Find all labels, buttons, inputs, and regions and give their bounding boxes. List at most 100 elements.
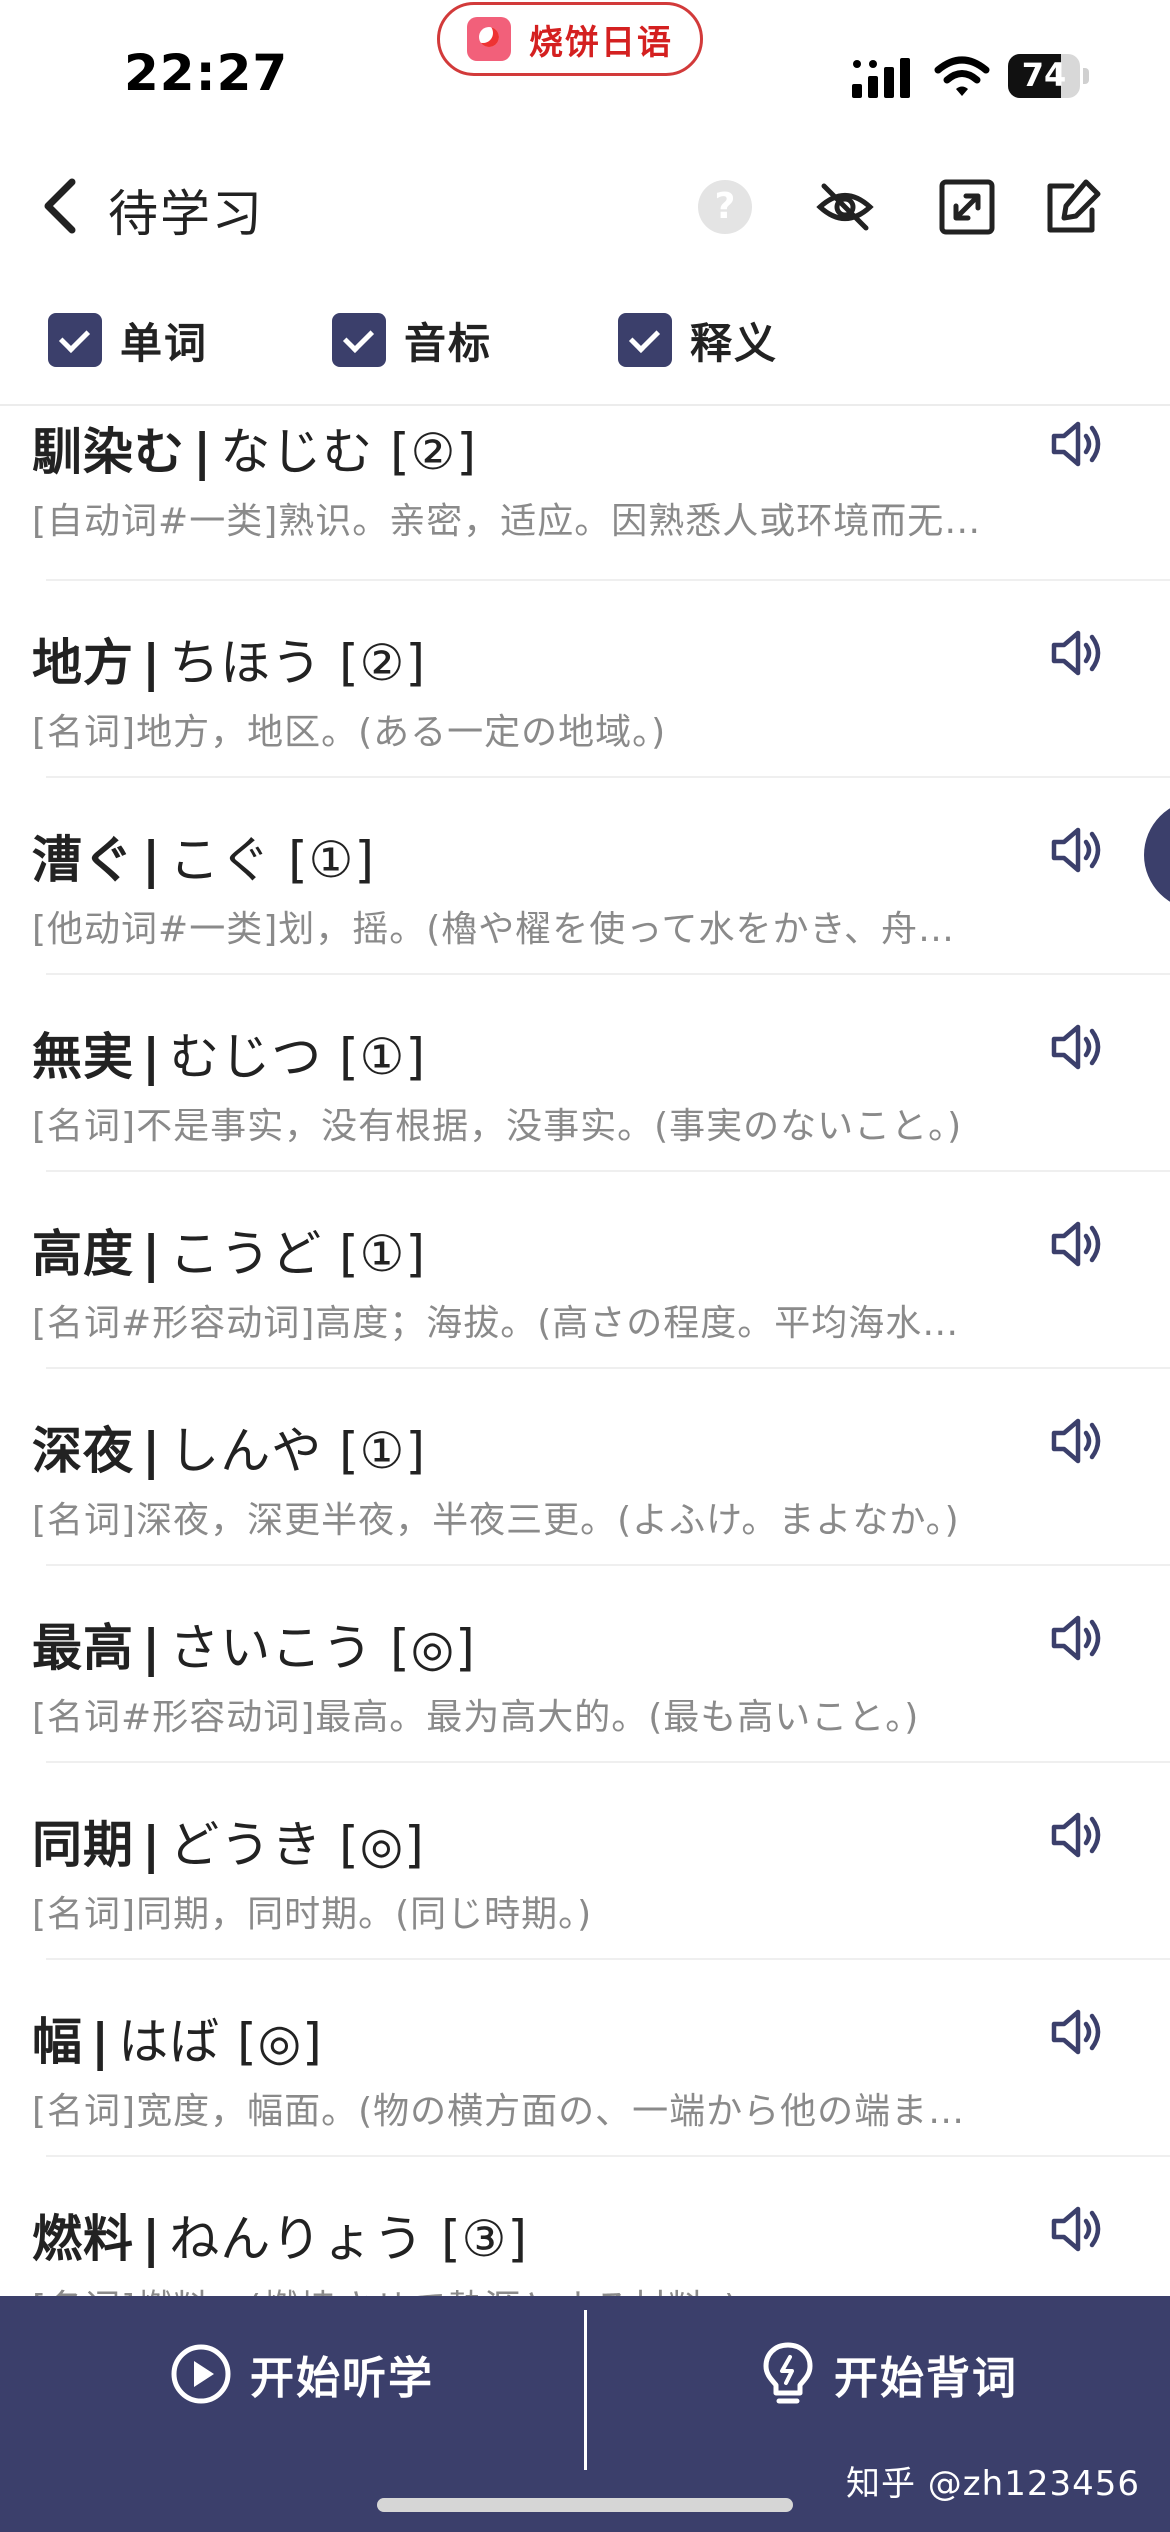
word-separator: | xyxy=(142,1816,162,1874)
start-memorize-label: 开始背词 xyxy=(834,2353,1018,2404)
word-separator: | xyxy=(142,1422,162,1480)
checkbox-checked-icon[interactable] xyxy=(332,313,386,367)
word-row[interactable]: 幅 | はば [◎] [名词]宽度，幅面。(物の横方面の、一端から他の端ま… xyxy=(0,1960,1170,2157)
bottom-action-bar: 开始听学 开始背词 知乎 @zh123456 xyxy=(0,2296,1170,2532)
word-definition: [他动词#一类]划，摇。(櫓や櫂を使って水をかき、舟… xyxy=(32,909,955,950)
word-headline: 漕ぐ | こぐ [①] xyxy=(32,820,375,892)
word-list[interactable]: 馴染む | なじむ [②] [自动词#一类]熟识。亲密，适应。因熟悉人或环境而无… 地方… xyxy=(0,406,1170,2296)
battery-icon: 74 xyxy=(1008,54,1090,98)
page-title: 待学习 xyxy=(108,185,264,243)
speaker-icon[interactable] xyxy=(1048,625,1108,681)
word-row[interactable]: 漕ぐ | こぐ [①] [他动词#一类]划，摇。(櫓や櫂を使って水をかき、舟… xyxy=(0,778,1170,975)
filter-word[interactable]: 单词 xyxy=(48,312,208,368)
word-headline: 同期 | どうき [◎] xyxy=(32,1805,425,1877)
word-definition: [名词]地方，地区。(ある一定の地域。) xyxy=(32,712,667,753)
app-screen: 22:27 烧饼日语 74 待学习 ? 单词 音标 释义 馴染む | なじむ [… xyxy=(0,0,1170,2532)
eye-hidden-icon[interactable] xyxy=(814,176,876,238)
word-separator: | xyxy=(91,2013,111,2071)
word-definition: [名词#形容动词]高度；海拔。(高さの程度。平均海水… xyxy=(32,1303,960,1344)
cellular-signal-icon xyxy=(852,58,910,98)
app-indicator-pill[interactable]: 烧饼日语 xyxy=(437,2,703,76)
filter-bar: 单词 音标 释义 xyxy=(0,300,1170,380)
speaker-icon[interactable] xyxy=(1048,822,1108,878)
app-name: 烧饼日语 xyxy=(529,22,673,63)
word-accent: [①] xyxy=(339,1225,427,1283)
word-term: 幅 xyxy=(32,2013,83,2071)
word-reading: こうど xyxy=(169,1225,323,1283)
word-headline: 最高 | さいこう [◎] xyxy=(32,1608,476,1680)
checkbox-checked-icon[interactable] xyxy=(48,313,102,367)
speaker-icon[interactable] xyxy=(1048,1019,1108,1075)
word-reading: むじつ xyxy=(169,1028,323,1086)
play-circle-icon xyxy=(171,2344,231,2404)
word-term: 地方 xyxy=(32,634,134,692)
word-separator: | xyxy=(142,2210,162,2268)
filter-label: 音标 xyxy=(404,318,493,368)
word-term: 高度 xyxy=(32,1225,134,1283)
word-reading: ねんりょう xyxy=(169,2210,425,2268)
expand-icon[interactable] xyxy=(936,176,998,238)
word-row[interactable]: 高度 | こうど [①] [名词#形容动词]高度；海拔。(高さの程度。平均海水… xyxy=(0,1172,1170,1369)
watermark: 知乎 @zh123456 xyxy=(846,2464,1140,2504)
word-definition: [自动词#一类]熟识。亲密，适应。因熟悉人或环境而无… xyxy=(32,501,982,542)
word-term: 無実 xyxy=(32,1028,134,1086)
lightbulb-icon xyxy=(763,2342,813,2404)
speaker-icon[interactable] xyxy=(1048,1807,1108,1863)
word-term: 深夜 xyxy=(32,1422,134,1480)
start-memorize-button[interactable]: 开始背词 xyxy=(760,2324,1018,2424)
word-separator: | xyxy=(142,1225,162,1283)
word-headline: 馴染む | なじむ [②] xyxy=(32,412,477,484)
word-headline: 深夜 | しんや [①] xyxy=(32,1411,426,1483)
word-row[interactable]: 無実 | むじつ [①] [名词]不是事实，没有根据，没事实。(事実のないこと。) xyxy=(0,975,1170,1172)
start-listening-button[interactable]: 开始听学 xyxy=(170,2324,434,2424)
word-definition: [名词]深夜，深更半夜，半夜三更。(よふけ。まよなか。) xyxy=(32,1500,960,1541)
filter-definition[interactable]: 释义 xyxy=(618,312,778,368)
help-icon[interactable]: ? xyxy=(698,180,752,234)
speaker-icon[interactable] xyxy=(1048,1216,1108,1272)
word-accent: [①] xyxy=(339,1028,427,1086)
back-chevron-icon[interactable] xyxy=(38,176,82,236)
word-row[interactable]: 燃料|ねんりょう [③] [名词]燃料。(燃焼させて熱源とする材料。) xyxy=(0,2157,1170,2296)
word-accent: [◎] xyxy=(339,1816,425,1874)
word-accent: [②] xyxy=(339,634,427,692)
filter-label: 释义 xyxy=(690,318,779,368)
app-logo-icon xyxy=(467,17,511,61)
speaker-icon[interactable] xyxy=(1048,416,1108,472)
word-separator: | xyxy=(142,831,162,889)
word-headline: 幅 | はば [◎] xyxy=(32,2002,323,2074)
word-term: 漕ぐ xyxy=(32,831,134,889)
filter-label: 单词 xyxy=(120,318,209,368)
battery-level: 74 xyxy=(1021,56,1067,94)
wifi-icon xyxy=(934,56,990,96)
word-definition: [名词]同期，同时期。(同じ時期。) xyxy=(32,1894,593,1935)
word-term: 同期 xyxy=(32,1816,134,1874)
word-reading: さいこう xyxy=(169,1619,374,1677)
speaker-icon[interactable] xyxy=(1048,2201,1108,2257)
word-row[interactable]: 同期 | どうき [◎] [名词]同期，同时期。(同じ時期。) xyxy=(0,1763,1170,1960)
speaker-icon[interactable] xyxy=(1048,1413,1108,1469)
word-accent: [②] xyxy=(390,423,478,481)
speaker-icon[interactable] xyxy=(1048,1610,1108,1666)
word-separator: | xyxy=(142,1028,162,1086)
word-term: 馴染む xyxy=(32,423,185,481)
word-accent: [◎] xyxy=(237,2013,323,2071)
nav-bar: 待学习 ? xyxy=(0,150,1170,260)
edit-icon[interactable] xyxy=(1042,176,1104,238)
home-indicator[interactable] xyxy=(377,2498,793,2512)
word-headline: 燃料 | ねんりょう [③] xyxy=(32,2199,528,2271)
word-term: 燃料 xyxy=(32,2210,134,2268)
word-accent: [③] xyxy=(441,2210,529,2268)
word-accent: [◎] xyxy=(390,1619,476,1677)
bottom-divider xyxy=(584,2310,587,2470)
word-row[interactable]: 最高 | さいこう [◎] [名词#形容动词]最高。最为高大的。(最も高いこと。) xyxy=(0,1566,1170,1763)
word-row[interactable]: 地方 | ちほう [②] [名词]地方，地区。(ある一定の地域。) xyxy=(0,581,1170,778)
word-term: 最高 xyxy=(32,1619,134,1677)
word-reading: どうき xyxy=(169,1816,323,1874)
filter-phonetic[interactable]: 音标 xyxy=(332,312,492,368)
word-row[interactable]: 馴染む | なじむ [②] [自动词#一类]熟识。亲密，适应。因熟悉人或环境而无… xyxy=(0,406,1170,581)
speaker-icon[interactable] xyxy=(1048,2004,1108,2060)
word-definition: [名词]燃料。(燃焼させて熱源とする材料。) xyxy=(32,2279,1012,2296)
word-row[interactable]: 深夜 | しんや [①] [名词]深夜，深更半夜，半夜三更。(よふけ。まよなか。) xyxy=(0,1369,1170,1566)
checkbox-checked-icon[interactable] xyxy=(618,313,672,367)
word-reading: こぐ xyxy=(169,831,272,889)
